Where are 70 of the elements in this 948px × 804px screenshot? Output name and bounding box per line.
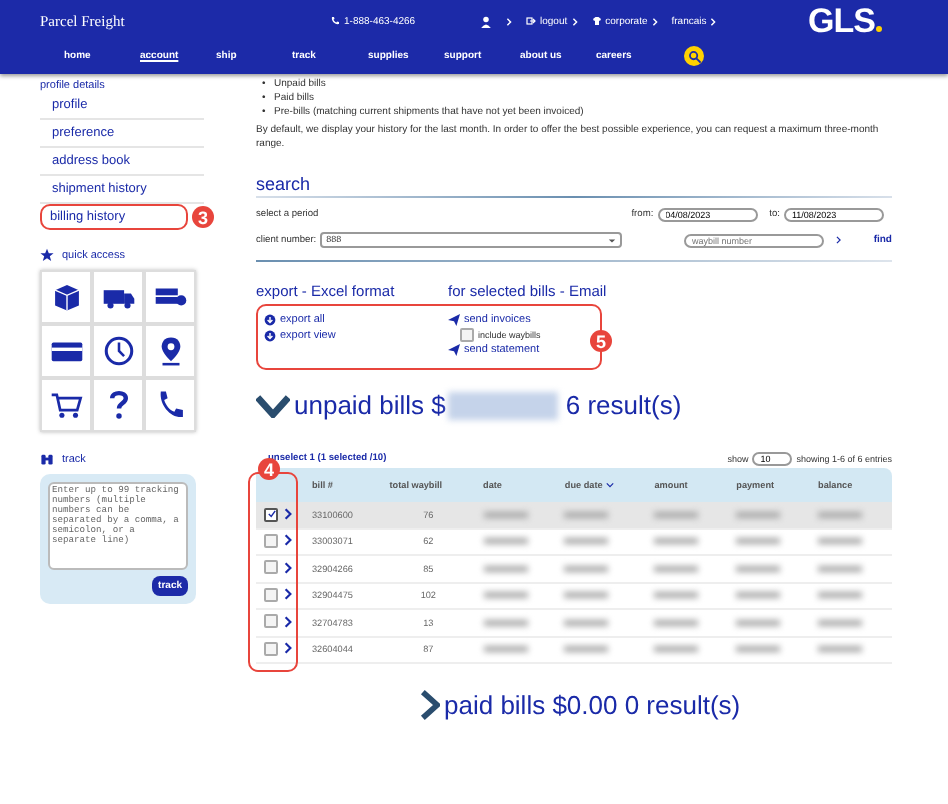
blurred-cell [654, 619, 699, 626]
annotation-badge: 3 [192, 206, 214, 228]
row-checkbox[interactable] [264, 533, 278, 548]
shirt-icon[interactable] [591, 16, 602, 26]
row-checkbox[interactable] [264, 507, 278, 522]
blurred-cell [564, 565, 609, 572]
blurred-cell [818, 619, 863, 626]
chevron-right-icon[interactable] [836, 236, 842, 244]
money-icon[interactable] [144, 270, 196, 324]
credit-card-icon[interactable] [40, 324, 92, 378]
blurred-cell [736, 646, 781, 653]
blurred-cell [654, 592, 699, 599]
logo[interactable]: GLS [808, 1, 883, 41]
location-pin-icon[interactable] [144, 324, 196, 378]
star-icon [40, 248, 54, 262]
row-checkbox[interactable] [264, 560, 278, 575]
blurred-cell [483, 646, 528, 653]
blurred-cell [818, 592, 863, 599]
blurred-cell [654, 538, 699, 545]
chevron-right-icon[interactable] [420, 690, 440, 720]
result-count: 6 result(s) [565, 390, 682, 420]
blurred-cell [818, 538, 863, 545]
clock-icon[interactable] [92, 324, 144, 378]
blurred-cell [736, 619, 781, 626]
blurred-cell [483, 619, 528, 626]
phone-icon[interactable] [144, 378, 196, 432]
blurred-cell [564, 646, 609, 653]
blurred-cell [736, 592, 781, 599]
blurred-cell [483, 565, 528, 572]
annotation-badge: 5 [590, 330, 612, 352]
blurred-cell [818, 646, 863, 653]
blurred-cell [736, 565, 781, 572]
user-icon[interactable] [480, 15, 492, 27]
download-icon[interactable] [264, 330, 276, 342]
logout-icon[interactable] [526, 16, 536, 26]
parcel-icon[interactable] [40, 270, 92, 324]
cart-icon[interactable] [40, 378, 92, 432]
blurred-cell [736, 538, 781, 545]
checkbox[interactable] [460, 328, 474, 342]
chevron-right-icon[interactable] [284, 615, 292, 628]
blurred-cell [654, 565, 699, 572]
send-icon[interactable] [448, 344, 460, 356]
caret-icon[interactable] [608, 237, 617, 243]
chevron-right-icon[interactable] [284, 588, 292, 601]
chevron-down-icon[interactable] [606, 482, 615, 488]
send-icon[interactable] [448, 314, 460, 326]
phone-icon [330, 16, 340, 26]
row-checkbox[interactable] [264, 641, 278, 656]
row-checkbox[interactable] [264, 614, 278, 629]
binoculars-icon [40, 452, 54, 466]
blurred-cell [564, 592, 609, 599]
download-icon[interactable] [264, 314, 276, 326]
blurred-cell [564, 538, 609, 545]
chevron-right-icon[interactable] [284, 642, 292, 655]
section-title: paid bills $0.00 0 result(s) [444, 690, 741, 720]
blurred-cell [483, 592, 528, 599]
search-icon[interactable] [684, 46, 704, 66]
truck-icon[interactable] [92, 270, 144, 324]
row-checkbox[interactable] [264, 587, 278, 602]
annotation-badge: 4 [258, 458, 280, 480]
blurred-cell [818, 565, 863, 572]
blurred-amount [447, 391, 558, 419]
section-heading: search [256, 174, 313, 194]
chevron-right-icon[interactable] [284, 561, 292, 574]
help-icon[interactable] [92, 378, 144, 432]
blurred-cell [564, 619, 609, 626]
blurred-cell [654, 646, 699, 653]
blurred-cell [483, 538, 528, 545]
chevron-down-icon[interactable] [256, 393, 290, 417]
section-title: unpaid bills $ [294, 390, 446, 420]
